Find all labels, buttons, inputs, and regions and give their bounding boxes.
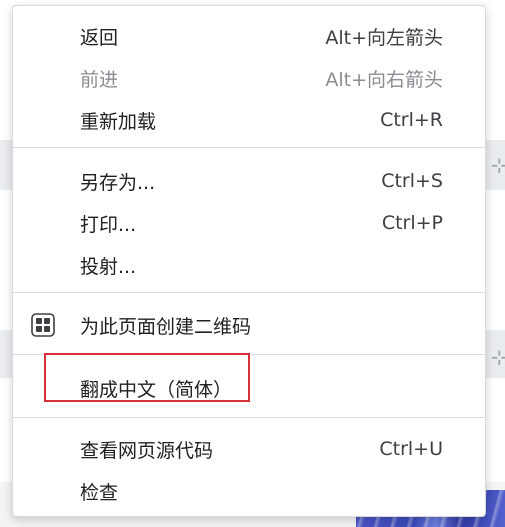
menu-item-back[interactable]: 返回 Alt+向左箭头: [13, 16, 485, 56]
menu-item-label: 查看网页源代码: [80, 439, 214, 462]
menu-item-shortcut: Alt+向右箭头: [325, 68, 443, 91]
background-fragment: ⊹: [491, 345, 505, 369]
menu-item-label: 返回: [80, 26, 119, 49]
menu-item-view-source[interactable]: 查看网页源代码 Ctrl+U: [13, 429, 485, 469]
menu-item-translate[interactable]: 翻成中文（简体）: [13, 368, 485, 408]
menu-item-label: 投射...: [80, 255, 137, 278]
screen: ⊹ ⊹ 返回 Alt+向左箭头 前进 Alt+向右箭头 重新加载 Ctrl+R …: [0, 0, 505, 527]
menu-item-shortcut: Ctrl+P: [381, 212, 443, 234]
menu-item-inspect[interactable]: 检查: [13, 471, 485, 511]
menu-item-label: 另存为...: [80, 171, 156, 194]
menu-item-shortcut: Alt+向左箭头: [325, 26, 443, 49]
menu-separator: [13, 417, 485, 418]
menu-item-print[interactable]: 打印... Ctrl+P: [13, 203, 485, 243]
qr-code-icon: [31, 313, 55, 337]
menu-item-shortcut: Ctrl+S: [381, 170, 443, 192]
menu-item-cast[interactable]: 投射...: [13, 245, 485, 285]
menu-item-reload[interactable]: 重新加载 Ctrl+R: [13, 100, 485, 140]
menu-item-label: 重新加载: [80, 110, 157, 133]
menu-item-label: 打印...: [80, 213, 137, 236]
menu-item-label: 翻成中文（简体）: [80, 378, 233, 401]
menu-item-shortcut: Ctrl+R: [380, 109, 443, 131]
menu-separator: [13, 354, 485, 355]
context-menu: 返回 Alt+向左箭头 前进 Alt+向右箭头 重新加载 Ctrl+R 另存为.…: [12, 5, 486, 517]
menu-separator: [13, 147, 485, 148]
menu-item-save-as[interactable]: 另存为... Ctrl+S: [13, 161, 485, 201]
menu-separator: [13, 292, 485, 293]
menu-item-label: 为此页面创建二维码: [80, 315, 252, 338]
menu-item-qr-code[interactable]: 为此页面创建二维码: [13, 305, 485, 345]
menu-item-forward[interactable]: 前进 Alt+向右箭头: [13, 58, 485, 98]
menu-item-label: 检查: [80, 481, 119, 504]
menu-item-shortcut: Ctrl+U: [379, 438, 443, 460]
background-fragment: ⊹: [491, 153, 505, 177]
menu-item-label: 前进: [80, 68, 119, 91]
